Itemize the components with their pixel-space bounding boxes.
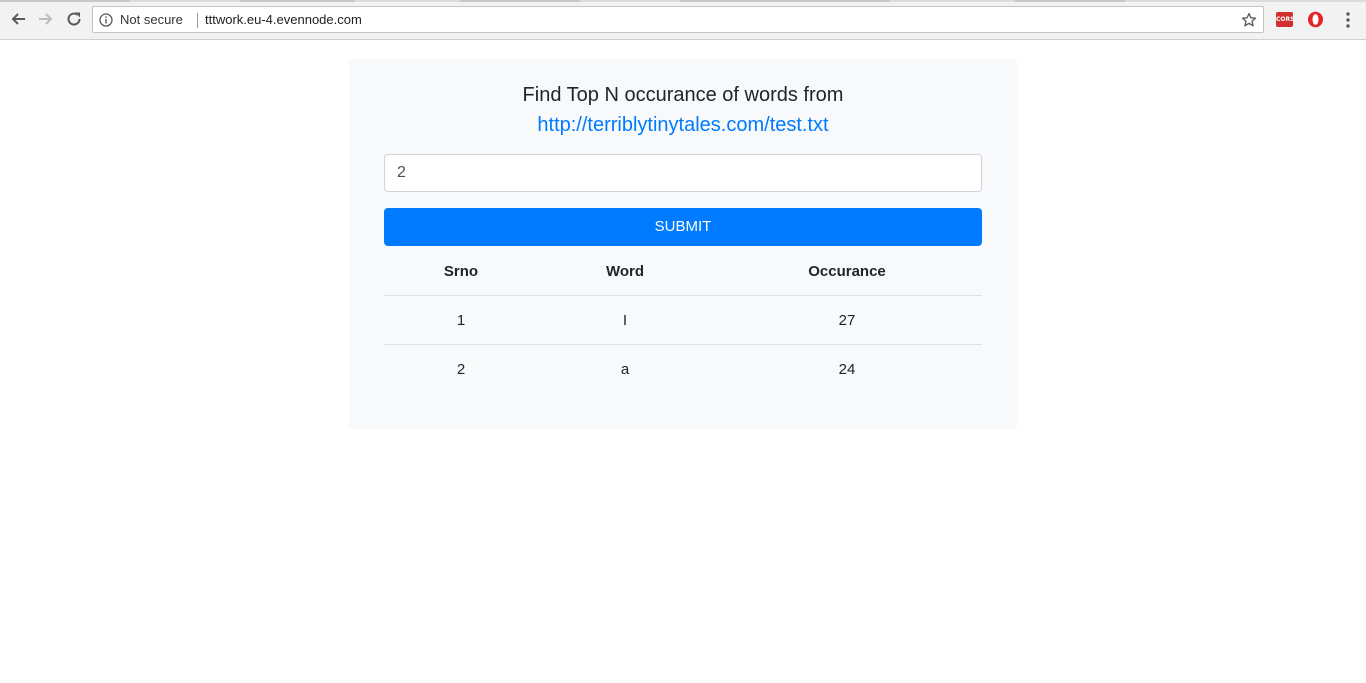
cell-word: a xyxy=(620,360,630,378)
forward-arrow-icon xyxy=(39,13,53,25)
security-label[interactable]: Not secure xyxy=(120,12,183,28)
page-title: Find Top N occurance of words from xyxy=(522,84,844,106)
info-icon[interactable] xyxy=(99,13,113,27)
url-text[interactable]: tttwork.eu-4.evennode.com xyxy=(205,12,362,28)
cell-srno: 1 xyxy=(384,295,538,345)
header-occurance: Occurance xyxy=(712,247,982,296)
cell-occurance: 24 xyxy=(838,360,856,378)
browser-menu-icon[interactable] xyxy=(1341,11,1355,29)
header-srno: Srno xyxy=(384,247,538,296)
table-row: 1 I 27 xyxy=(384,295,982,345)
reload-button[interactable] xyxy=(63,8,85,30)
results-table: Srno Word Occurance 1 I 27 2 a 24 xyxy=(384,247,982,393)
address-bar[interactable]: Not secure tttwork.eu-4.evennode.com xyxy=(92,6,1264,33)
back-arrow-icon xyxy=(11,13,25,25)
word-count-card: Find Top N occurance of words from http:… xyxy=(349,59,1017,429)
submit-button[interactable]: SUBMIT xyxy=(384,208,982,246)
table-header-row: Srno Word Occurance xyxy=(384,247,982,296)
cell-srno: 2 xyxy=(456,360,466,378)
top-n-input[interactable] xyxy=(384,154,982,192)
forward-button[interactable] xyxy=(35,8,57,30)
browser-toolbar: Not secure tttwork.eu-4.evennode.com COR… xyxy=(0,0,1366,40)
tab-strip xyxy=(0,0,1366,2)
header-word: Word xyxy=(538,247,712,296)
table-row: 2 a 24 xyxy=(384,345,982,394)
cors-extension-icon[interactable]: CORS xyxy=(1276,12,1294,27)
cell-occurance: 27 xyxy=(712,295,982,345)
reload-icon xyxy=(67,12,81,26)
cell-word: I xyxy=(538,295,712,345)
address-separator xyxy=(197,13,198,28)
source-url-link[interactable]: http://terriblytinytales.com/test.txt xyxy=(349,113,1017,137)
opera-icon[interactable] xyxy=(1307,11,1324,28)
back-button[interactable] xyxy=(7,8,29,30)
bookmark-star-icon[interactable] xyxy=(1241,12,1257,28)
